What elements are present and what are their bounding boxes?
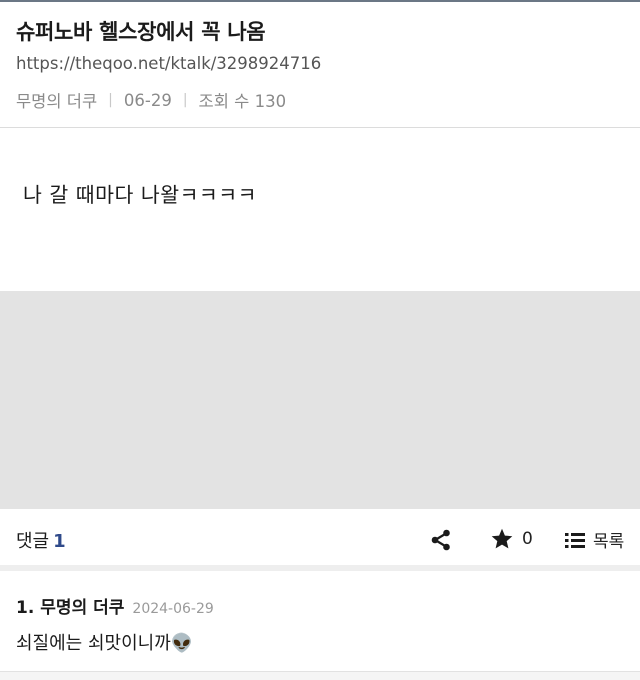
post-views: 조회 수 130 bbox=[198, 92, 287, 111]
share-button[interactable] bbox=[429, 528, 453, 552]
list-button[interactable]: 목록 bbox=[565, 527, 624, 552]
meta-divider: | bbox=[182, 92, 188, 108]
post-content: 나 갈 때마다 나왈ㅋㅋㅋㅋ bbox=[0, 128, 640, 291]
post-url[interactable]: https://theqoo.net/ktalk/3298924716 bbox=[16, 54, 321, 73]
comment-toolbar: 댓글 1 0 목록 bbox=[0, 509, 640, 571]
comment-date: 2024-06-29 bbox=[132, 601, 214, 617]
post-date: 06-29 bbox=[123, 90, 172, 110]
star-icon bbox=[491, 528, 513, 549]
embedded-media[interactable] bbox=[0, 291, 640, 509]
divider bbox=[0, 671, 640, 680]
share-icon bbox=[431, 529, 450, 551]
post-title: 슈퍼노바 헬스장에서 꼭 나옴 bbox=[16, 20, 266, 44]
post-body-text: 나 갈 때마다 나왈ㅋㅋㅋㅋ bbox=[23, 183, 258, 207]
post-header: 슈퍼노바 헬스장에서 꼭 나옴 https://theqoo.net/ktalk… bbox=[0, 2, 640, 128]
comment-body: 쇠질에는 쇠맛이니까👽 bbox=[16, 633, 194, 654]
post-meta: 무명의 더쿠 | 06-29 | 조회 수 130 bbox=[16, 88, 286, 112]
post-author[interactable]: 무명의 더쿠 bbox=[16, 88, 97, 112]
list-icon bbox=[565, 532, 585, 548]
comment-header: 1. 무명의 더쿠 2024-06-29 bbox=[16, 593, 214, 618]
list-label: 목록 bbox=[593, 532, 625, 552]
comment-count: 1 bbox=[53, 531, 66, 552]
meta-divider: | bbox=[108, 92, 113, 108]
comment-label-text: 댓글 bbox=[16, 531, 50, 552]
favorite-count: 0 bbox=[522, 529, 533, 549]
favorite-button[interactable]: 0 bbox=[490, 527, 533, 551]
comment-item: 1. 무명의 더쿠 2024-06-29 쇠질에는 쇠맛이니까👽 bbox=[0, 577, 640, 680]
comment-author[interactable]: 무명의 더쿠 bbox=[40, 593, 124, 618]
comment-number: 1. bbox=[16, 598, 35, 618]
comment-count-label[interactable]: 댓글 1 bbox=[16, 527, 66, 553]
